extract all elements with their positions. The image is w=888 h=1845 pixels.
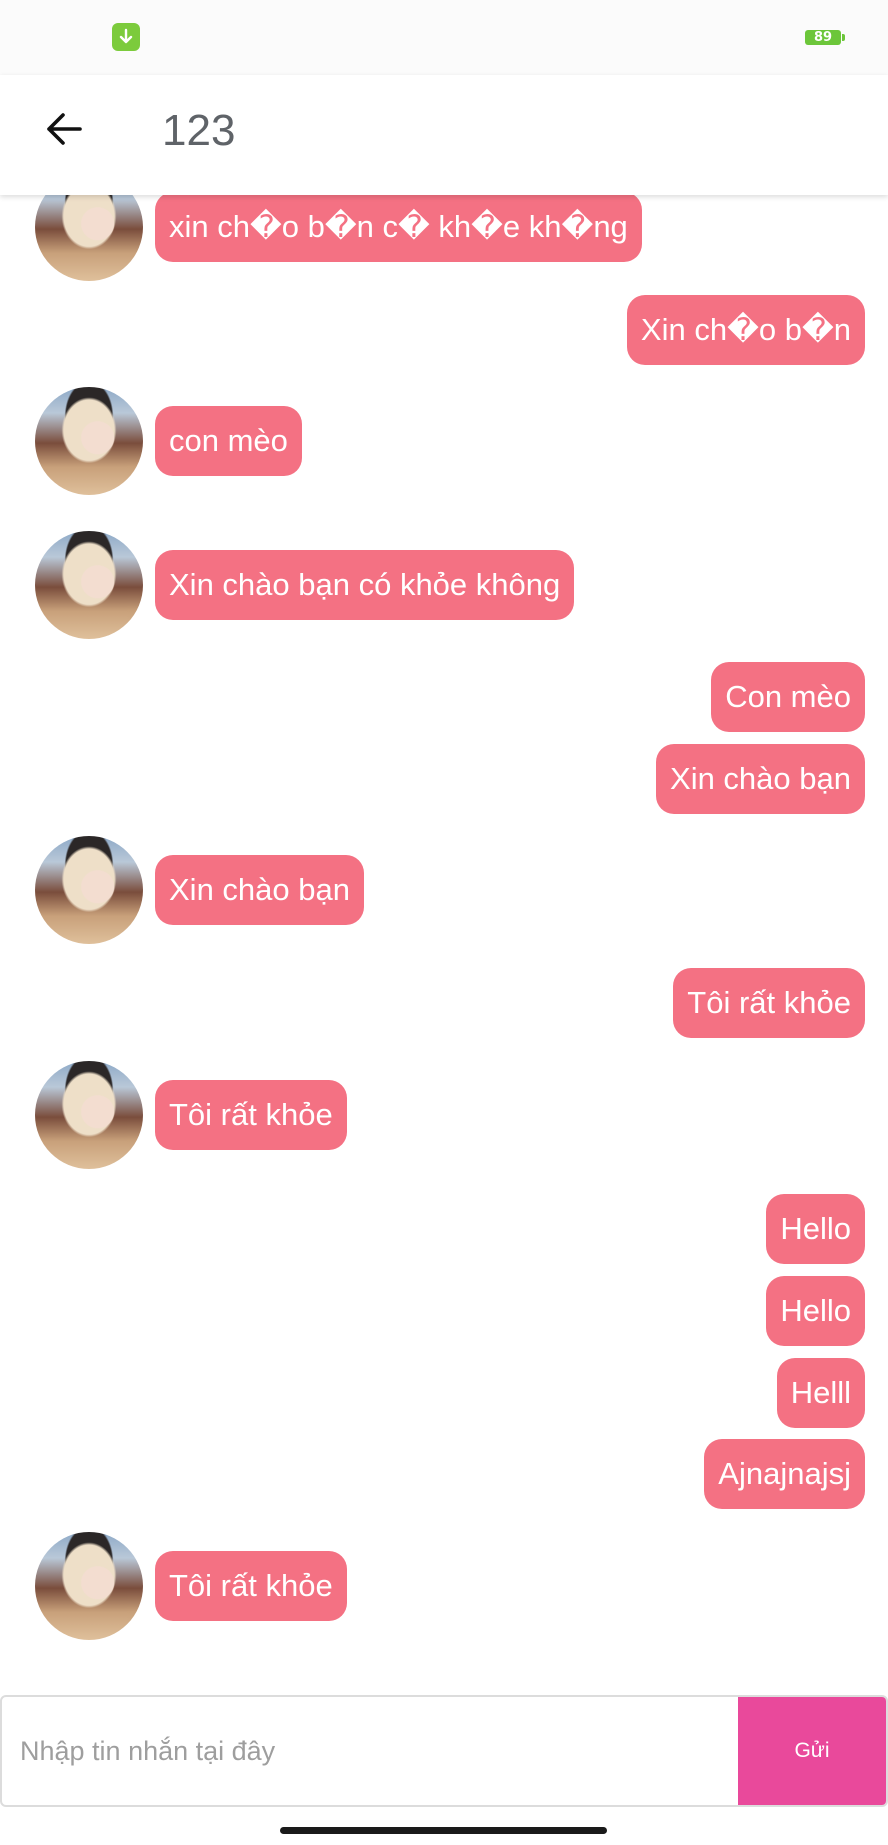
contact-avatar[interactable]: [35, 531, 143, 639]
message-bubble: Tôi rất khỏe: [155, 1080, 347, 1150]
message-bubble: con mèo: [155, 406, 302, 476]
message-bubble: Con mèo: [711, 662, 865, 732]
message-incoming: Xin chào bạn có khỏe không: [0, 531, 888, 681]
message-bubble: Hello: [766, 1194, 865, 1264]
contact-avatar[interactable]: [35, 1061, 143, 1169]
message-input[interactable]: [2, 1697, 738, 1805]
message-bubble: Tôi rất khỏe: [155, 1551, 347, 1621]
message-list[interactable]: xin ch�o b�n c� kh�e kh�ng Xin ch�o b�n …: [0, 195, 888, 1695]
message-bubble: Ajnajnajsj: [704, 1439, 865, 1509]
contact-avatar[interactable]: [35, 387, 143, 495]
contact-avatar[interactable]: [35, 836, 143, 944]
message-bubble: Helll: [776, 1358, 865, 1428]
message-bubble: xin ch�o b�n c� kh�e kh�ng: [155, 195, 642, 262]
message-bubble: Xin chào bạn: [155, 855, 364, 925]
status-bar: 89: [0, 0, 888, 75]
message-bubble: Hello: [766, 1276, 865, 1346]
message-bubble: Tôi rất khỏe: [673, 968, 865, 1038]
app-bar: 123: [0, 75, 888, 195]
send-button[interactable]: Gửi: [738, 1697, 886, 1805]
message-bubble: Xin chào bạn có khỏe không: [155, 550, 575, 620]
arrow-left-icon: [47, 113, 82, 145]
back-button[interactable]: [38, 103, 90, 155]
message-incoming: Tôi rất khỏe: [0, 1061, 888, 1211]
message-incoming: Tôi rất khỏe: [0, 1532, 888, 1682]
chat-title: 123: [162, 106, 236, 155]
message-composer: Gửi: [0, 1695, 888, 1807]
home-indicator[interactable]: [280, 1827, 607, 1834]
battery-level: 89: [813, 30, 833, 45]
message-incoming: Xin chào bạn: [0, 836, 888, 986]
message-incoming: con mèo: [0, 387, 888, 537]
battery-icon: 89: [805, 30, 845, 45]
contact-avatar[interactable]: [35, 1532, 143, 1640]
contact-avatar[interactable]: [35, 195, 143, 281]
download-notification-icon: [112, 23, 140, 51]
message-bubble: Xin chào bạn: [656, 744, 865, 814]
message-bubble: Xin ch�o b�n: [626, 295, 865, 365]
